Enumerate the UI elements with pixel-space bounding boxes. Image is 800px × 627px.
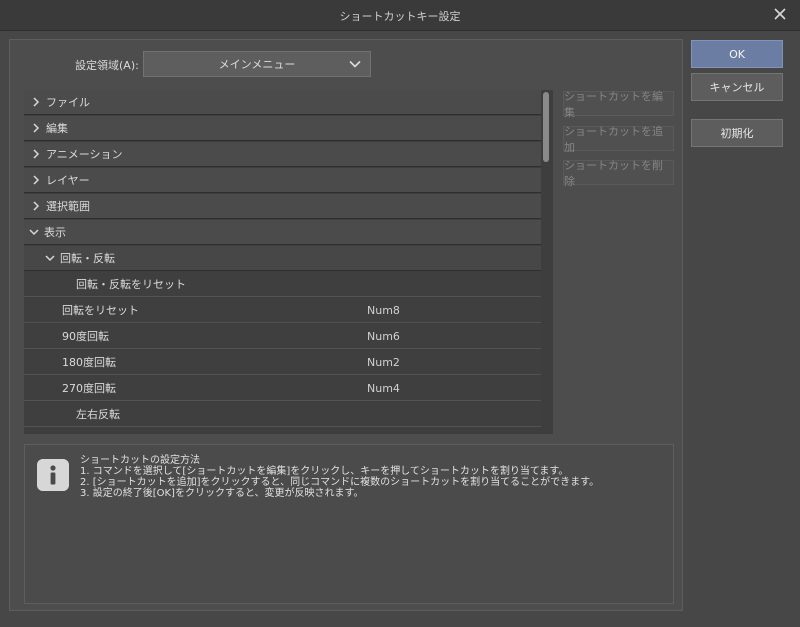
command-name: 270度回転: [62, 382, 116, 395]
command-name: 左右反転: [76, 408, 120, 421]
tree-category-layer[interactable]: レイヤー: [24, 168, 543, 193]
tree-category-file[interactable]: ファイル: [24, 90, 543, 115]
scrollbar-thumb[interactable]: [543, 92, 549, 162]
tree-label: ファイル: [46, 96, 90, 109]
area-dropdown[interactable]: メインメニュー: [143, 51, 371, 77]
tree-label: アニメーション: [46, 148, 123, 161]
chevron-right-icon: [33, 123, 40, 133]
command-shortcut: Num6: [367, 330, 400, 343]
cancel-button[interactable]: キャンセル: [691, 73, 783, 101]
command-name: 180度回転: [62, 356, 116, 369]
area-label: 設定領域(A):: [75, 59, 139, 72]
window-title: ショートカットキー設定: [339, 10, 461, 23]
tree-scrollbar[interactable]: [541, 90, 553, 434]
tree-command-row[interactable]: 回転をリセット Num8: [24, 298, 543, 323]
chevron-down-icon: [45, 255, 55, 262]
help-line-3: 3. 設定の終了後[OK]をクリックすると、変更が反映されます。: [80, 488, 364, 499]
tree-label: 選択範囲: [46, 200, 90, 213]
command-name: 回転・反転をリセット: [76, 278, 186, 291]
command-name: 回転をリセット: [62, 304, 139, 317]
tree-category-selection[interactable]: 選択範囲: [24, 194, 543, 219]
chevron-down-icon: [349, 60, 361, 68]
help-box: ショートカットの設定方法 1. コマンドを選択して[ショートカットを編集]をクリ…: [24, 444, 674, 604]
close-button[interactable]: [770, 4, 790, 24]
tree-command-row[interactable]: 270度回転 Num4: [24, 376, 543, 401]
tree-label: レイヤー: [46, 174, 90, 187]
delete-shortcut-button[interactable]: ショートカットを削除: [563, 159, 674, 188]
area-dropdown-value: メインメニュー: [218, 58, 296, 71]
chevron-down-icon: [29, 229, 39, 236]
tree-category-edit[interactable]: 編集: [24, 116, 543, 141]
chevron-right-icon: [33, 97, 40, 107]
help-line-1: 1. コマンドを選択して[ショートカットを編集]をクリックし、キーを押してショー…: [80, 466, 569, 477]
chevron-right-icon: [33, 149, 40, 159]
tree-category-animation[interactable]: アニメーション: [24, 142, 543, 167]
help-title: ショートカットの設定方法: [80, 455, 200, 466]
tree-category-view[interactable]: 表示: [24, 220, 543, 245]
close-icon: [774, 8, 786, 20]
command-shortcut: Num4: [367, 382, 400, 395]
tree-command-row[interactable]: 回転・反転をリセット: [24, 272, 543, 297]
chevron-right-icon: [33, 175, 40, 185]
command-shortcut: Num8: [367, 304, 400, 317]
command-shortcut: Num2: [367, 356, 400, 369]
command-tree[interactable]: ファイル 編集 アニメーション レイヤー 選択範囲 表示 回転・反転 回転・反転…: [24, 90, 553, 434]
reset-button[interactable]: 初期化: [691, 119, 783, 147]
tree-label: 表示: [44, 226, 66, 239]
title-bar: ショートカットキー設定: [0, 0, 800, 31]
add-shortcut-button[interactable]: ショートカットを追加: [563, 125, 674, 154]
info-icon: [37, 459, 69, 491]
tree-subcategory-rotate-flip[interactable]: 回転・反転: [24, 246, 543, 271]
chevron-right-icon: [33, 201, 40, 211]
tree-label: 編集: [46, 122, 68, 135]
help-text: ショートカットの設定方法 1. コマンドを選択して[ショートカットを編集]をクリ…: [80, 455, 599, 499]
tree-command-row[interactable]: 左右反転: [24, 402, 543, 427]
ok-button[interactable]: OK: [691, 40, 783, 68]
tree-command-row[interactable]: 180度回転 Num2: [24, 350, 543, 375]
tree-label: 回転・反転: [60, 252, 115, 265]
edit-shortcut-button[interactable]: ショートカットを編集: [563, 90, 674, 119]
tree-command-row[interactable]: 90度回転 Num6: [24, 324, 543, 349]
command-name: 90度回転: [62, 330, 109, 343]
help-line-2: 2. [ショートカットを追加]をクリックすると、同じコマンドに複数のショートカッ…: [80, 477, 600, 488]
